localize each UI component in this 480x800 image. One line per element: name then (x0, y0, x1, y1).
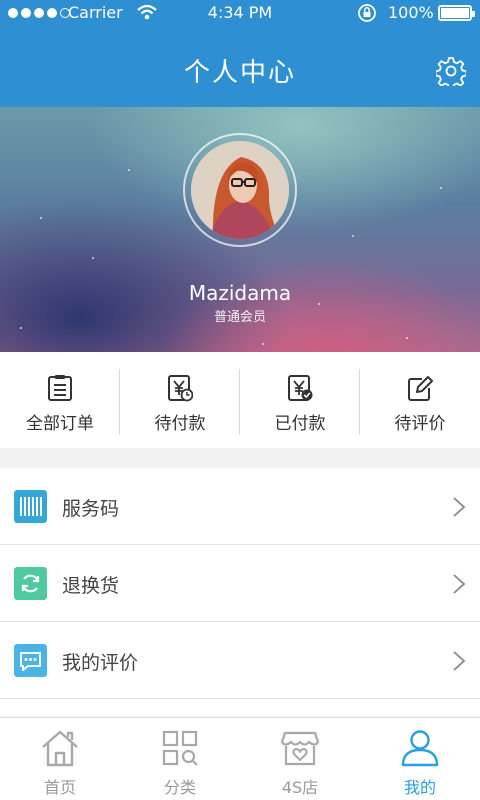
username: Mazidama (188, 281, 292, 305)
battery-percent: 100% (388, 3, 434, 22)
yen-check-icon (288, 375, 313, 401)
category-icon (162, 730, 198, 766)
menu-list: 服务码 退换货 我的评价 (0, 468, 480, 716)
to-review-button[interactable]: 待评价 (360, 352, 480, 448)
clipboard-icon (48, 375, 72, 401)
page-title: 个人中心 (183, 58, 296, 88)
barcode-icon (14, 490, 47, 523)
tab-label: 我的 (403, 778, 436, 797)
profile-banner: Mazidama 普通会员 (0, 107, 480, 352)
comment-icon (14, 644, 47, 677)
chevron-right-icon (453, 574, 466, 594)
profile-screen: Carrier 4:34 PM 100% 个人中心 Mazidama 普通会员 … (0, 0, 480, 800)
tab-label: 4S店 (281, 778, 319, 797)
menu-item-my-reviews[interactable]: 我的评价 (0, 622, 480, 699)
app-header: Carrier 4:34 PM 100% 个人中心 (0, 0, 480, 107)
tab-mine[interactable]: 我的 (360, 718, 480, 800)
tab-label: 分类 (163, 778, 196, 797)
store-icon (280, 731, 320, 766)
paid-label: 已付款 (274, 414, 326, 434)
menu-item-returns[interactable]: 退换货 (0, 545, 480, 622)
exchange-icon (14, 567, 47, 600)
tab-home[interactable]: 首页 (0, 718, 120, 800)
member-level: 普通会员 (213, 310, 266, 325)
chevron-right-icon (453, 651, 466, 671)
bottom-tab-bar: 首页 分类 4S店 我的 (0, 717, 480, 800)
menu-item-service-code[interactable]: 服务码 (0, 468, 480, 545)
order-shortcuts: 全部订单 待付款 已付款 待评价 (0, 352, 480, 448)
home-icon (42, 730, 78, 767)
battery-icon (438, 5, 475, 21)
tab-label: 首页 (43, 778, 76, 797)
all-orders-button[interactable]: 全部订单 (0, 352, 120, 448)
pending-payment-label: 待付款 (154, 414, 206, 434)
paid-button[interactable]: 已付款 (240, 352, 360, 448)
chevron-right-icon (453, 497, 466, 517)
gear-icon[interactable] (436, 56, 466, 86)
menu-item-label: 我的评价 (62, 652, 139, 674)
yen-clock-icon (168, 375, 193, 402)
user-icon (401, 730, 439, 767)
status-bar: Carrier 4:34 PM 100% (0, 0, 480, 26)
pending-payment-button[interactable]: 待付款 (120, 352, 240, 448)
edit-icon (408, 376, 433, 401)
menu-item-partial (0, 699, 480, 716)
tab-4s-store[interactable]: 4S店 (240, 718, 360, 800)
tab-category[interactable]: 分类 (120, 718, 240, 800)
rotation-lock-icon (358, 4, 376, 22)
menu-item-label: 退换货 (62, 575, 120, 597)
avatar-frame[interactable] (183, 133, 297, 247)
all-orders-label: 全部订单 (26, 414, 94, 434)
avatar[interactable] (191, 141, 289, 239)
menu-item-label: 服务码 (62, 498, 120, 520)
to-review-label: 待评价 (394, 414, 446, 434)
